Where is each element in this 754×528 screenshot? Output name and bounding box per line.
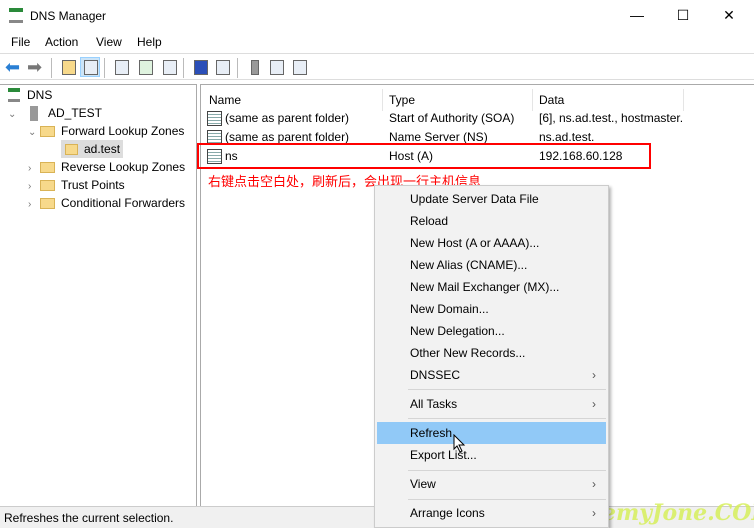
back-icon[interactable]: ⬅ — [4, 57, 24, 77]
menu-item-new-mail-exchanger[interactable]: New Mail Exchanger (MX)... — [377, 276, 606, 298]
menu-bar: File Action View Help — [0, 32, 754, 52]
folder-icon — [40, 162, 55, 174]
action-pane-icon[interactable] — [212, 57, 232, 77]
menu-item-new-alias[interactable]: New Alias (CNAME)... — [377, 254, 606, 276]
tree-item-forward-lookup-zones[interactable]: ⌄ Forward Lookup Zones — [28, 122, 184, 140]
toolbar-separator — [183, 58, 184, 78]
tree-label: Reverse Lookup Zones — [61, 160, 186, 174]
show-hide-console-tree-icon[interactable] — [80, 57, 100, 77]
minimize-button[interactable]: — — [614, 0, 660, 30]
tree-item-server[interactable]: ⌄ AD_TEST — [8, 104, 102, 122]
menu-file[interactable]: File — [11, 35, 30, 49]
record-icon[interactable] — [289, 57, 309, 77]
window-title: DNS Manager — [30, 9, 107, 23]
column-header-name[interactable]: Name — [203, 89, 383, 111]
maximize-button[interactable]: ☐ — [660, 0, 706, 30]
tree-item-reverse-lookup-zones[interactable]: › Reverse Lookup Zones — [28, 158, 185, 176]
chevron-right-icon: › — [592, 506, 596, 520]
menu-item-arrange-icons[interactable]: Arrange Icons › — [377, 502, 606, 524]
cell-name: (same as parent folder) — [225, 111, 350, 125]
properties-icon[interactable] — [111, 57, 131, 77]
menu-separator — [408, 418, 606, 419]
menu-label: View — [410, 477, 436, 491]
chevron-down-icon[interactable]: ⌄ — [8, 106, 20, 124]
cell-type: Start of Authority (SOA) — [389, 111, 515, 125]
menu-item-refresh[interactable]: Refresh — [377, 422, 606, 444]
tree-item-trust-points[interactable]: › Trust Points — [28, 176, 125, 194]
help-icon[interactable] — [190, 57, 210, 77]
highlight-box — [197, 143, 651, 169]
menu-item-export-list[interactable]: Export List... — [377, 444, 606, 466]
menu-item-view[interactable]: View › — [377, 473, 606, 495]
status-text: Refreshes the current selection. — [4, 511, 174, 525]
server-icon — [30, 106, 38, 122]
menu-item-new-delegation[interactable]: New Delegation... — [377, 320, 606, 342]
column-header-type[interactable]: Type — [383, 89, 533, 111]
toolbar-separator — [51, 58, 52, 78]
cell-name: (same as parent folder) — [225, 130, 350, 144]
mouse-cursor-icon — [453, 434, 466, 453]
menu-item-all-tasks[interactable]: All Tasks › — [377, 393, 606, 415]
menu-separator — [408, 499, 606, 500]
export-list-icon[interactable] — [159, 57, 179, 77]
cell-data: [6], ns.ad.test., hostmaster. — [539, 111, 684, 125]
folder-icon — [40, 126, 55, 138]
toolbar-separator — [237, 58, 238, 78]
tree-label: ad.test — [84, 142, 121, 156]
title-bar: DNS Manager — ☐ ✕ — [0, 0, 754, 32]
menu-item-new-host[interactable]: New Host (A or AAAA)... — [377, 232, 606, 254]
chevron-right-icon[interactable]: › — [28, 196, 40, 214]
chevron-right-icon: › — [592, 397, 596, 411]
table-row[interactable]: (same as parent folder) Start of Authorit… — [207, 109, 747, 128]
forward-icon[interactable]: ➡ — [26, 57, 46, 77]
tree-label: Conditional Forwarders — [61, 196, 186, 210]
menu-action[interactable]: Action — [45, 35, 78, 49]
toolbar: ⬅ ➡ — [0, 53, 754, 80]
tree-item-ad-test[interactable]: ad.test — [61, 140, 123, 158]
chevron-right-icon: › — [592, 477, 596, 491]
record-icon — [207, 111, 222, 127]
dns-app-icon — [9, 8, 23, 23]
tree-label: Forward Lookup Zones — [61, 124, 185, 138]
menu-separator — [408, 389, 606, 390]
folder-icon — [40, 180, 55, 192]
menu-view[interactable]: View — [96, 35, 122, 49]
tree-label: AD_TEST — [48, 106, 103, 120]
menu-label: All Tasks — [410, 397, 458, 411]
zone-folder-icon — [65, 144, 78, 156]
menu-separator — [408, 470, 606, 471]
toolbar-separator — [104, 58, 105, 78]
close-button[interactable]: ✕ — [706, 0, 752, 30]
menu-label: Arrange Icons — [410, 506, 485, 520]
menu-label: DNSSEC — [410, 368, 461, 382]
tree-label: DNS — [27, 88, 53, 102]
tree-item-dns[interactable]: DNS — [8, 86, 52, 104]
zone-icon[interactable] — [266, 57, 286, 77]
menu-item-reload[interactable]: Reload — [377, 210, 606, 232]
menu-help[interactable]: Help — [137, 35, 162, 49]
menu-item-new-domain[interactable]: New Domain... — [377, 298, 606, 320]
menu-item-update-server-data-file[interactable]: Update Server Data File — [377, 188, 606, 210]
chevron-down-icon[interactable]: ⌄ — [28, 124, 40, 142]
up-folder-icon[interactable] — [58, 57, 78, 77]
tree-item-conditional-forwarders[interactable]: › Conditional Forwarders — [28, 194, 185, 212]
dns-icon — [8, 88, 20, 102]
folder-icon — [40, 198, 55, 210]
tree-label: Trust Points — [61, 178, 125, 192]
menu-item-dnssec[interactable]: DNSSEC › — [377, 364, 606, 386]
menu-item-other-new-records[interactable]: Other New Records... — [377, 342, 606, 364]
console-tree: DNS ⌄ AD_TEST ⌄ Forward Lookup Zones ad.te… — [0, 84, 197, 506]
chevron-right-icon: › — [592, 368, 596, 382]
server-icon[interactable] — [244, 57, 264, 77]
context-menu: Update Server Data File Reload New Host … — [374, 185, 609, 528]
column-header-data[interactable]: Data — [533, 89, 684, 111]
refresh-icon[interactable] — [135, 57, 155, 77]
